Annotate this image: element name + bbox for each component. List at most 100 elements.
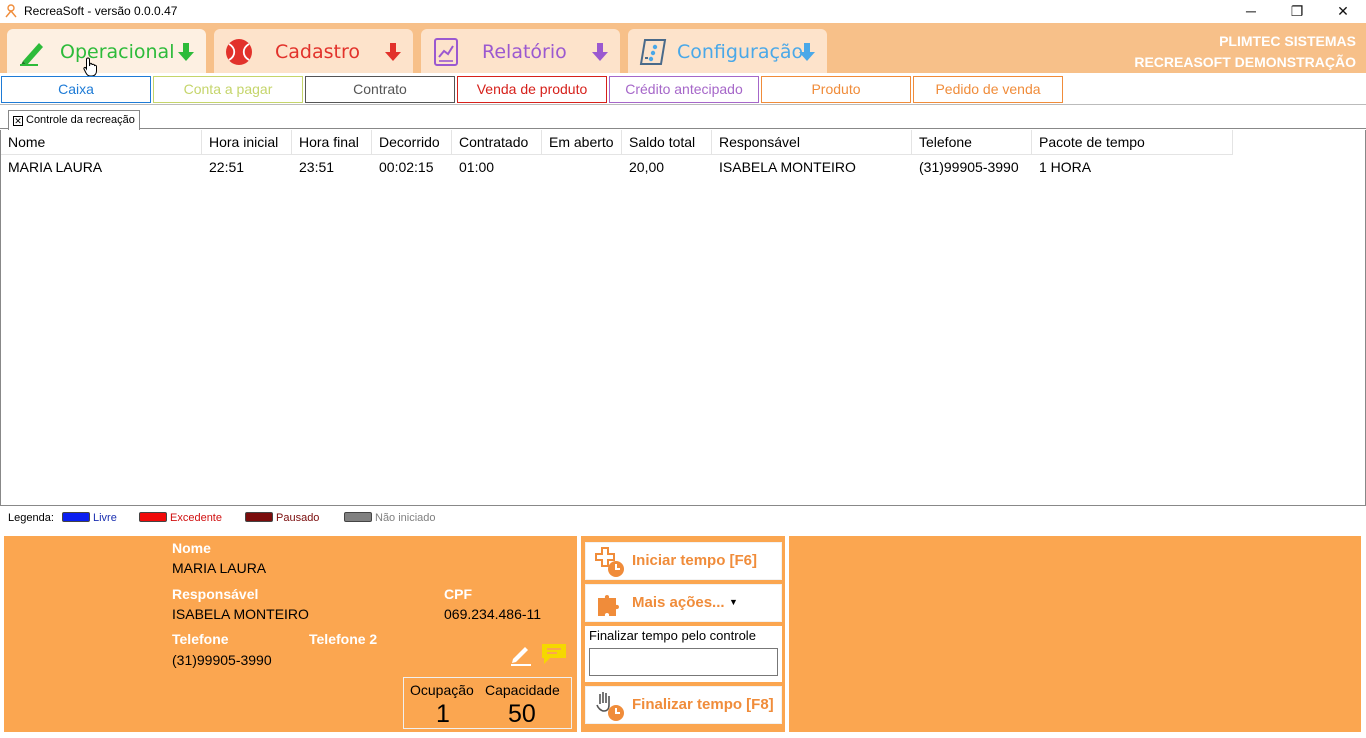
legend-title: Legenda: <box>8 512 54 524</box>
recreation-grid: Nome Hora inicial Hora final Decorrido C… <box>0 130 1366 506</box>
legend-item-excedente: Excedente <box>139 512 222 524</box>
tab-configuracao[interactable]: Configuração <box>628 29 827 73</box>
tab-configuracao-label: Configuração <box>677 41 804 63</box>
cell-hora-inicial: 22:51 <box>209 159 245 175</box>
finish-time-label: Finalizar tempo [F8] <box>632 696 774 713</box>
subtab-conta-a-pagar[interactable]: Conta a pagar <box>153 76 303 103</box>
dropdown-arrow-icon: ▼ <box>729 597 738 607</box>
subtab-venda-de-produto[interactable]: Venda de produto <box>457 76 607 103</box>
company-subtitle: RECREASOFT DEMONSTRAÇÃO <box>1134 54 1356 70</box>
capacidade-value: 50 <box>508 700 536 728</box>
arrow-down-icon <box>385 43 401 61</box>
title-bar: RecreaSoft - versão 0.0.0.47 ─ ❐ ✕ <box>0 0 1366 23</box>
close-button[interactable]: ✕ <box>1320 0 1366 23</box>
column-header[interactable]: Contratado <box>452 130 542 155</box>
settings-panel-icon <box>639 39 667 65</box>
actions-panel: Iniciar tempo [F6] Mais ações... ▼ Final… <box>581 536 785 732</box>
cell-telefone: (31)99905-3990 <box>919 159 1019 175</box>
company-info: PLIMTEC SISTEMAS RECREASOFT DEMONSTRAÇÃO <box>1134 31 1356 73</box>
minimize-button[interactable]: ─ <box>1228 0 1274 23</box>
column-header[interactable]: Em aberto <box>542 130 622 155</box>
start-time-button[interactable]: Iniciar tempo [F6] <box>585 542 782 580</box>
column-header[interactable]: Decorrido <box>372 130 452 155</box>
occupancy-box: Ocupação 1 Capacidade 50 <box>403 677 572 729</box>
control-code-input[interactable] <box>589 648 778 676</box>
tab-operacional[interactable]: Operacional <box>7 29 206 77</box>
cell-decorrido: 00:02:15 <box>379 159 434 175</box>
subtab-produto[interactable]: Produto <box>761 76 911 103</box>
cell-contratado: 01:00 <box>459 159 495 175</box>
add-clock-icon <box>595 547 624 577</box>
subtab-pedido-de-venda[interactable]: Pedido de venda <box>913 76 1063 103</box>
window-title: RecreaSoft - versão 0.0.0.47 <box>24 4 178 18</box>
hand-cursor-icon <box>83 57 97 77</box>
legend-swatch <box>245 512 273 522</box>
doc-tab-controle[interactable]: ✕ Controle da recreação <box>8 110 140 130</box>
cell-nome: MARIA LAURA <box>8 159 103 175</box>
subtab-contrato[interactable]: Contrato <box>305 76 455 103</box>
doc-tab-label: Controle da recreação <box>26 114 135 126</box>
maximize-button[interactable]: ❐ <box>1274 0 1320 23</box>
cell-em-aberto <box>542 155 549 179</box>
pencil-icon[interactable] <box>509 642 533 666</box>
telefone-label: Telefone <box>172 631 229 647</box>
cell-saldo-total: 20,00 <box>629 159 665 175</box>
column-header[interactable]: Hora inicial <box>202 130 292 155</box>
cpf-value: 069.234.486-11 <box>444 606 542 622</box>
app-logo-icon <box>5 4 17 18</box>
legend-item-livre: Livre <box>62 512 117 524</box>
column-header[interactable]: Responsável <box>712 130 912 155</box>
subtab-caixa[interactable]: Caixa <box>1 76 151 103</box>
company-name: PLIMTEC SISTEMAS <box>1219 33 1356 49</box>
right-panel <box>789 536 1361 732</box>
responsavel-value: ISABELA MONTEIRO <box>172 606 309 622</box>
chart-report-icon <box>434 38 458 66</box>
responsavel-label: Responsável <box>172 586 259 602</box>
close-tab-icon[interactable]: ✕ <box>13 116 23 126</box>
tab-cadastro-label: Cadastro <box>275 41 360 63</box>
cell-hora-final: 23:51 <box>299 159 335 175</box>
finish-by-control-label: Finalizar tempo pelo controle <box>589 628 756 643</box>
cell-pacote-de-tempo: 1 HORA <box>1039 159 1092 175</box>
more-actions-label: Mais ações... <box>632 594 725 611</box>
legend-item-nao-iniciado: Não iniciado <box>344 512 436 524</box>
table-row[interactable]: MARIA LAURA 22:51 23:51 00:02:15 01:00 2… <box>1 155 1233 179</box>
main-menu-bar: Operacional Cadastro Relatório Configura… <box>0 23 1366 77</box>
finish-by-control-box: Finalizar tempo pelo controle <box>585 626 782 682</box>
grid-header: Nome Hora inicial Hora final Decorrido C… <box>1 130 1233 155</box>
puzzle-icon <box>598 595 619 616</box>
arrow-down-icon <box>799 43 815 61</box>
tennis-ball-icon <box>226 39 252 65</box>
more-actions-button[interactable]: Mais ações... ▼ <box>585 584 782 622</box>
column-header[interactable]: Saldo total <box>622 130 712 155</box>
nome-label: Nome <box>172 540 211 556</box>
cell-responsavel: ISABELA MONTEIRO <box>719 159 856 175</box>
tab-relatorio[interactable]: Relatório <box>421 29 620 73</box>
hand-stop-clock-icon <box>596 692 624 721</box>
arrow-down-icon <box>178 43 194 61</box>
tab-cadastro[interactable]: Cadastro <box>214 29 413 73</box>
telefone2-label: Telefone 2 <box>309 631 378 647</box>
capacidade-label: Capacidade <box>485 682 560 698</box>
legend-swatch <box>139 512 167 522</box>
legend-item-pausado: Pausado <box>245 512 319 524</box>
telefone-value: (31)99905-3990 <box>172 652 272 668</box>
tab-operacional-label: Operacional <box>60 41 175 63</box>
start-time-label: Iniciar tempo [F6] <box>632 552 758 569</box>
column-header[interactable]: Hora final <box>292 130 372 155</box>
ocupacao-value: 1 <box>436 700 450 728</box>
finish-time-button[interactable]: Finalizar tempo [F8] <box>585 686 782 724</box>
legend-swatch <box>344 512 372 522</box>
legend-swatch <box>62 512 90 522</box>
subtab-credito-antecipado[interactable]: Crédito antecipado <box>609 76 759 103</box>
ocupacao-label: Ocupação <box>410 682 474 698</box>
tab-relatorio-label: Relatório <box>482 41 567 63</box>
nome-value: MARIA LAURA <box>172 560 267 576</box>
column-header[interactable]: Pacote de tempo <box>1032 130 1233 155</box>
column-header[interactable]: Nome <box>1 130 202 155</box>
message-icon[interactable] <box>540 642 568 666</box>
document-tab-bar: ✕ Controle da recreação <box>0 104 1366 130</box>
column-header[interactable]: Telefone <box>912 130 1032 155</box>
cpf-label: CPF <box>444 586 472 602</box>
arrow-down-icon <box>592 43 608 61</box>
